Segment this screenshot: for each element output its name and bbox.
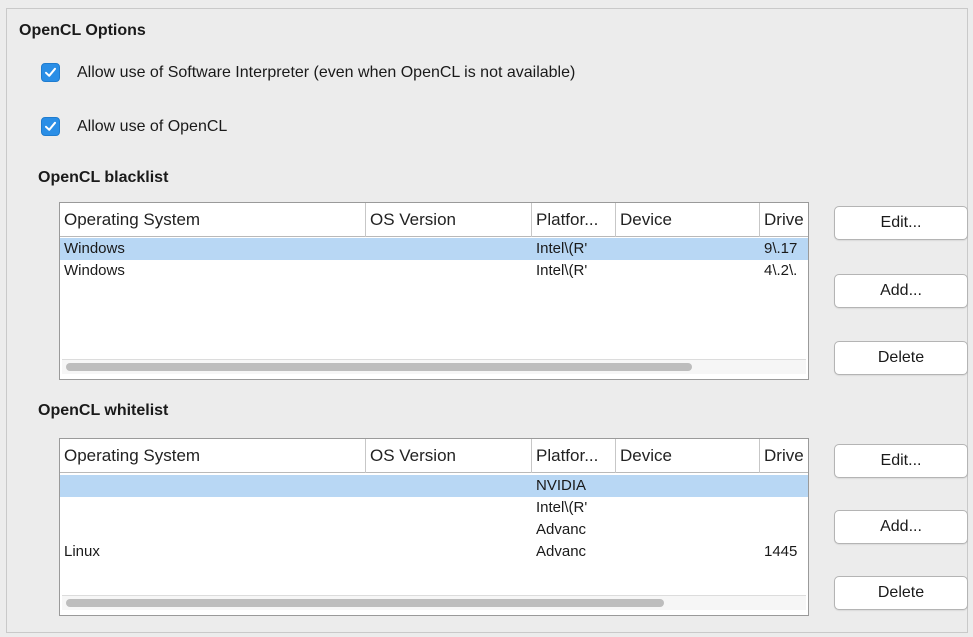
scrollbar-thumb[interactable] [66,363,692,371]
column-header-os-version[interactable]: OS Version [366,439,532,473]
blacklist-horizontal-scrollbar[interactable] [62,359,806,374]
checkmark-icon [45,67,56,77]
table-row[interactable]: NVIDIA [60,475,808,497]
cell-driver: 4\.2\. [764,262,798,279]
cell-os: Linux [64,543,100,560]
checkmark-icon [45,121,56,131]
cell-driver: 1445 [764,543,798,560]
column-header-os-version[interactable]: OS Version [366,203,532,237]
column-header-device[interactable]: Device [616,203,760,237]
cell-os: Windows [64,240,125,257]
whitelist-table[interactable]: Operating System OS Version Platfor... D… [59,438,809,616]
software-interpreter-checkbox[interactable] [41,63,60,82]
column-header-platform[interactable]: Platfor... [532,439,616,473]
column-header-driver[interactable]: Drive [760,439,808,473]
table-row[interactable]: Windows Intel\(R' 4\.2\. [60,260,808,282]
blacklist-delete-button[interactable]: Delete [834,341,968,375]
whitelist-horizontal-scrollbar[interactable] [62,595,806,610]
whitelist-edit-button[interactable]: Edit... [834,444,968,478]
blacklist-title: OpenCL blacklist [38,169,169,186]
cell-os: Windows [64,262,125,279]
whitelist-add-button[interactable]: Add... [834,510,968,544]
column-header-operating-system[interactable]: Operating System [60,203,366,237]
cell-platform: NVIDIA [536,477,587,494]
column-header-platform[interactable]: Platfor... [532,203,616,237]
use-opencl-label: Allow use of OpenCL [77,117,228,135]
cell-platform: Advanc [536,521,587,538]
table-row[interactable]: Advanc [60,519,808,541]
section-title: OpenCL Options [19,22,146,39]
blacklist-edit-button[interactable]: Edit... [834,206,968,240]
cell-platform: Advanc [536,543,587,560]
table-row[interactable]: Linux Advanc 1445 [60,541,808,563]
blacklist-add-button[interactable]: Add... [834,274,968,308]
use-opencl-option[interactable]: Allow use of OpenCL [41,117,227,136]
column-header-operating-system[interactable]: Operating System [60,439,366,473]
table-row[interactable]: Windows Intel\(R' 9\.17 [60,238,808,260]
blacklist-table-header: Operating System OS Version Platfor... D… [60,203,808,237]
cell-platform: Intel\(R' [536,499,588,516]
table-row[interactable]: Intel\(R' [60,497,808,519]
software-interpreter-label: Allow use of Software Interpreter (even … [77,63,576,81]
scrollbar-thumb[interactable] [66,599,664,607]
blacklist-table[interactable]: Operating System OS Version Platfor... D… [59,202,809,380]
cell-driver: 9\.17 [764,240,798,257]
cell-platform: Intel\(R' [536,240,588,257]
software-interpreter-option[interactable]: Allow use of Software Interpreter (even … [41,63,575,82]
whitelist-delete-button[interactable]: Delete [834,576,968,610]
column-header-driver[interactable]: Drive [760,203,808,237]
cell-platform: Intel\(R' [536,262,588,279]
use-opencl-checkbox[interactable] [41,117,60,136]
whitelist-title: OpenCL whitelist [38,402,169,419]
column-header-device[interactable]: Device [616,439,760,473]
whitelist-table-header: Operating System OS Version Platfor... D… [60,439,808,473]
